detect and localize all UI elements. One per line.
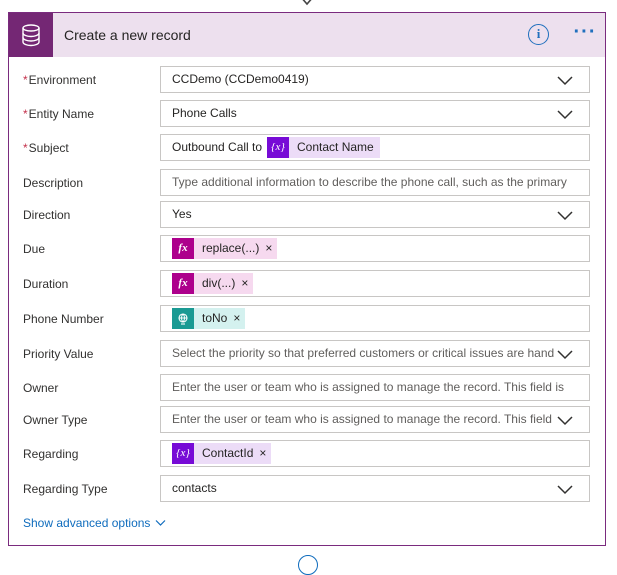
owner-type-dropdown[interactable]: Enter the user or team who is assigned t… bbox=[160, 406, 590, 433]
dropdown-value: contacts bbox=[172, 481, 217, 495]
database-icon bbox=[9, 13, 53, 57]
chevron-down-icon[interactable] bbox=[557, 347, 573, 361]
subject-row: *Subject Outbound Call to {x} Contact Na… bbox=[9, 134, 605, 162]
label-text: Environment bbox=[28, 73, 97, 87]
add-step-icon[interactable] bbox=[298, 555, 318, 575]
show-advanced-options-link[interactable]: Show advanced options bbox=[23, 516, 166, 530]
chevron-down-icon[interactable] bbox=[557, 413, 573, 427]
show-advanced-label: Show advanced options bbox=[23, 516, 151, 530]
direction-row: Direction Yes bbox=[9, 201, 605, 229]
environment-row: *Environment CCDemo (CCDemo0419) bbox=[9, 66, 605, 94]
remove-token-icon[interactable]: × bbox=[241, 273, 254, 294]
priority-value-label: Priority Value bbox=[23, 347, 94, 361]
variable-icon: {x} bbox=[172, 443, 194, 464]
required-marker: * bbox=[23, 107, 28, 121]
regarding-input[interactable]: {x} ContactId × bbox=[160, 440, 590, 467]
div-expression-token[interactable]: fx div(...) × bbox=[172, 273, 254, 294]
globe-icon bbox=[172, 308, 194, 329]
subject-prefix-text: Outbound Call to bbox=[172, 140, 263, 154]
dropdown-value: Yes bbox=[172, 207, 192, 221]
duration-row: Duration fx div(...) × bbox=[9, 270, 605, 298]
priority-value-row: Priority Value Select the priority so th… bbox=[9, 340, 605, 368]
owner-label: Owner bbox=[23, 381, 59, 395]
regarding-label: Regarding bbox=[23, 447, 79, 461]
label-text: Entity Name bbox=[28, 107, 95, 121]
required-marker: * bbox=[23, 73, 28, 87]
remove-token-icon[interactable]: × bbox=[233, 308, 246, 329]
owner-row: Owner Enter the user or team who is assi… bbox=[9, 374, 605, 402]
description-input[interactable]: Type additional information to describe … bbox=[160, 169, 590, 196]
variable-icon: {x} bbox=[267, 137, 289, 158]
phone-number-input[interactable]: toNo × bbox=[160, 305, 590, 332]
regarding-row: Regarding {x} ContactId × bbox=[9, 440, 605, 468]
tono-token[interactable]: toNo × bbox=[172, 308, 246, 329]
remove-token-icon[interactable]: × bbox=[265, 238, 278, 259]
due-input[interactable]: fx replace(...) × bbox=[160, 235, 590, 262]
entity-name-dropdown[interactable]: Phone Calls bbox=[160, 100, 590, 127]
create-record-card: Create a new record i ··· *Environment C… bbox=[8, 12, 606, 546]
token-label: div(...) bbox=[194, 273, 242, 294]
description-row: Description Type additional information … bbox=[9, 169, 605, 197]
contact-name-token[interactable]: {x} Contact Name bbox=[267, 137, 380, 158]
more-options-icon[interactable]: ··· bbox=[572, 22, 598, 45]
card-header[interactable]: Create a new record i ··· bbox=[9, 13, 605, 57]
priority-value-dropdown[interactable]: Select the priority so that preferred cu… bbox=[160, 340, 590, 367]
regarding-type-row: Regarding Type contacts bbox=[9, 475, 605, 503]
environment-label: *Environment bbox=[23, 66, 96, 94]
description-label: Description bbox=[23, 176, 84, 190]
entity-name-row: *Entity Name Phone Calls bbox=[9, 100, 605, 128]
subject-label: *Subject bbox=[23, 134, 69, 162]
chevron-down-icon[interactable] bbox=[557, 208, 573, 222]
function-icon: fx bbox=[172, 238, 194, 259]
phone-number-row: Phone Number toNo × bbox=[9, 305, 605, 333]
chevron-down-icon[interactable] bbox=[557, 482, 573, 496]
due-label: Due bbox=[23, 242, 46, 256]
dropdown-value: Phone Calls bbox=[172, 106, 237, 120]
placeholder-text: Select the priority so that preferred cu… bbox=[172, 346, 555, 360]
token-label: ContactId bbox=[194, 443, 260, 464]
due-row: Due fx replace(...) × bbox=[9, 235, 605, 263]
contactid-token[interactable]: {x} ContactId × bbox=[172, 443, 272, 464]
required-marker: * bbox=[23, 141, 28, 155]
remove-token-icon[interactable]: × bbox=[259, 443, 272, 464]
direction-label: Direction bbox=[23, 208, 71, 222]
token-label: Contact Name bbox=[289, 137, 380, 158]
token-label: toNo bbox=[194, 308, 234, 329]
environment-dropdown[interactable]: CCDemo (CCDemo0419) bbox=[160, 66, 590, 93]
chevron-down-icon[interactable] bbox=[557, 73, 573, 87]
placeholder-text: Enter the user or team who is assigned t… bbox=[172, 412, 552, 426]
duration-input[interactable]: fx div(...) × bbox=[160, 270, 590, 297]
placeholder-text: Type additional information to describe … bbox=[172, 175, 567, 189]
function-icon: fx bbox=[172, 273, 194, 294]
chevron-down-icon bbox=[156, 520, 166, 526]
owner-input[interactable]: Enter the user or team who is assigned t… bbox=[160, 374, 590, 401]
regarding-type-label: Regarding Type bbox=[23, 482, 108, 496]
connector-arrow-icon bbox=[302, 0, 312, 6]
token-label: replace(...) bbox=[194, 238, 266, 259]
info-icon[interactable]: i bbox=[528, 24, 549, 45]
duration-label: Duration bbox=[23, 277, 69, 291]
placeholder-text: Enter the user or team who is assigned t… bbox=[172, 380, 564, 394]
card-title: Create a new record bbox=[64, 27, 191, 43]
direction-dropdown[interactable]: Yes bbox=[160, 201, 590, 228]
chevron-down-icon[interactable] bbox=[557, 107, 573, 121]
label-text: Subject bbox=[28, 141, 69, 155]
phone-number-label: Phone Number bbox=[23, 312, 104, 326]
subject-input[interactable]: Outbound Call to {x} Contact Name bbox=[160, 134, 590, 161]
owner-type-row: Owner Type Enter the user or team who is… bbox=[9, 406, 605, 434]
replace-expression-token[interactable]: fx replace(...) × bbox=[172, 238, 278, 259]
owner-type-label: Owner Type bbox=[23, 413, 88, 427]
dropdown-value: CCDemo (CCDemo0419) bbox=[172, 72, 309, 86]
regarding-type-dropdown[interactable]: contacts bbox=[160, 475, 590, 502]
entity-name-label: *Entity Name bbox=[23, 100, 94, 128]
